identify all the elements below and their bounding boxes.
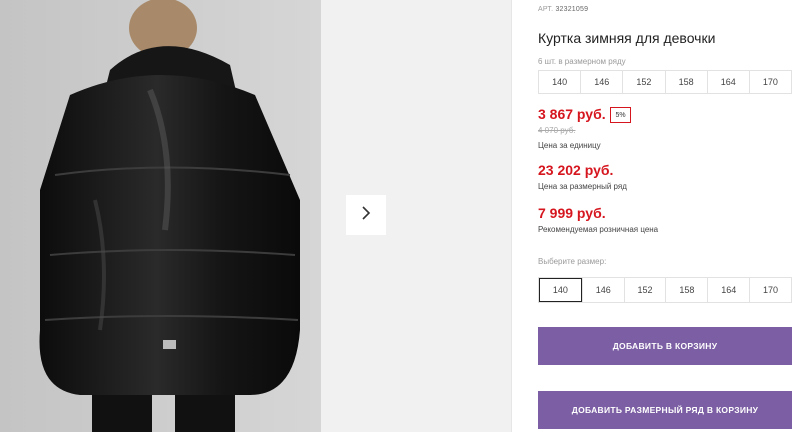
size-row-cell: 152 — [622, 71, 664, 93]
size-row-count: 6 шт. в размерном ряду — [538, 57, 626, 66]
size-option-158[interactable]: 158 — [665, 278, 707, 302]
size-row-cell: 140 — [552, 77, 568, 87]
size-selector: 140 146 152 158 164 170 — [538, 277, 792, 303]
unit-price: 3 867 руб. — [538, 106, 606, 122]
article-value: 32321059 — [555, 6, 589, 13]
size-row-cell: 158 — [664, 71, 707, 93]
size-row-cell: 146 — [580, 71, 622, 93]
size-row-cell: 170 — [748, 71, 791, 93]
row-price: 23 202 руб. — [538, 162, 614, 178]
size-option-170[interactable]: 170 — [749, 278, 791, 302]
size-option-140[interactable]: 140 — [539, 278, 582, 302]
size-row-cell: 164 — [706, 71, 749, 93]
size-option-164[interactable]: 164 — [707, 278, 749, 302]
add-size-row-to-cart-button[interactable]: ДОБАВИТЬ РАЗМЕРНЫЙ РЯД В КОРЗИНУ — [538, 391, 792, 429]
old-price: 4 070 руб. — [538, 126, 576, 135]
size-option-146[interactable]: 146 — [581, 278, 624, 302]
size-select-label: Выберите размер: — [538, 257, 607, 266]
product-title: Куртка зимняя для девочки — [538, 30, 716, 46]
rrp-price: 7 999 руб. — [538, 205, 606, 221]
product-photo[interactable] — [0, 0, 321, 432]
add-to-cart-button[interactable]: ДОБАВИТЬ В КОРЗИНУ — [538, 327, 792, 365]
article-label: АРТ. — [538, 6, 554, 13]
size-option-152[interactable]: 152 — [623, 278, 666, 302]
row-price-caption: Цена за размерный ряд — [538, 182, 627, 191]
chevron-right-icon — [360, 205, 372, 226]
product-gallery — [0, 0, 512, 432]
size-row-table: 140 146 152 158 164 170 — [538, 70, 792, 94]
unit-price-caption: Цена за единицу — [538, 141, 601, 150]
discount-badge: 5% — [610, 107, 631, 123]
panel-divider — [511, 0, 512, 432]
next-image-button[interactable] — [346, 195, 386, 235]
article-number: АРТ. 32321059 — [538, 6, 588, 13]
product-info-panel: АРТ. 32321059 Куртка зимняя для девочки … — [538, 0, 792, 432]
rrp-price-caption: Рекомендуемая розничная цена — [538, 225, 659, 234]
